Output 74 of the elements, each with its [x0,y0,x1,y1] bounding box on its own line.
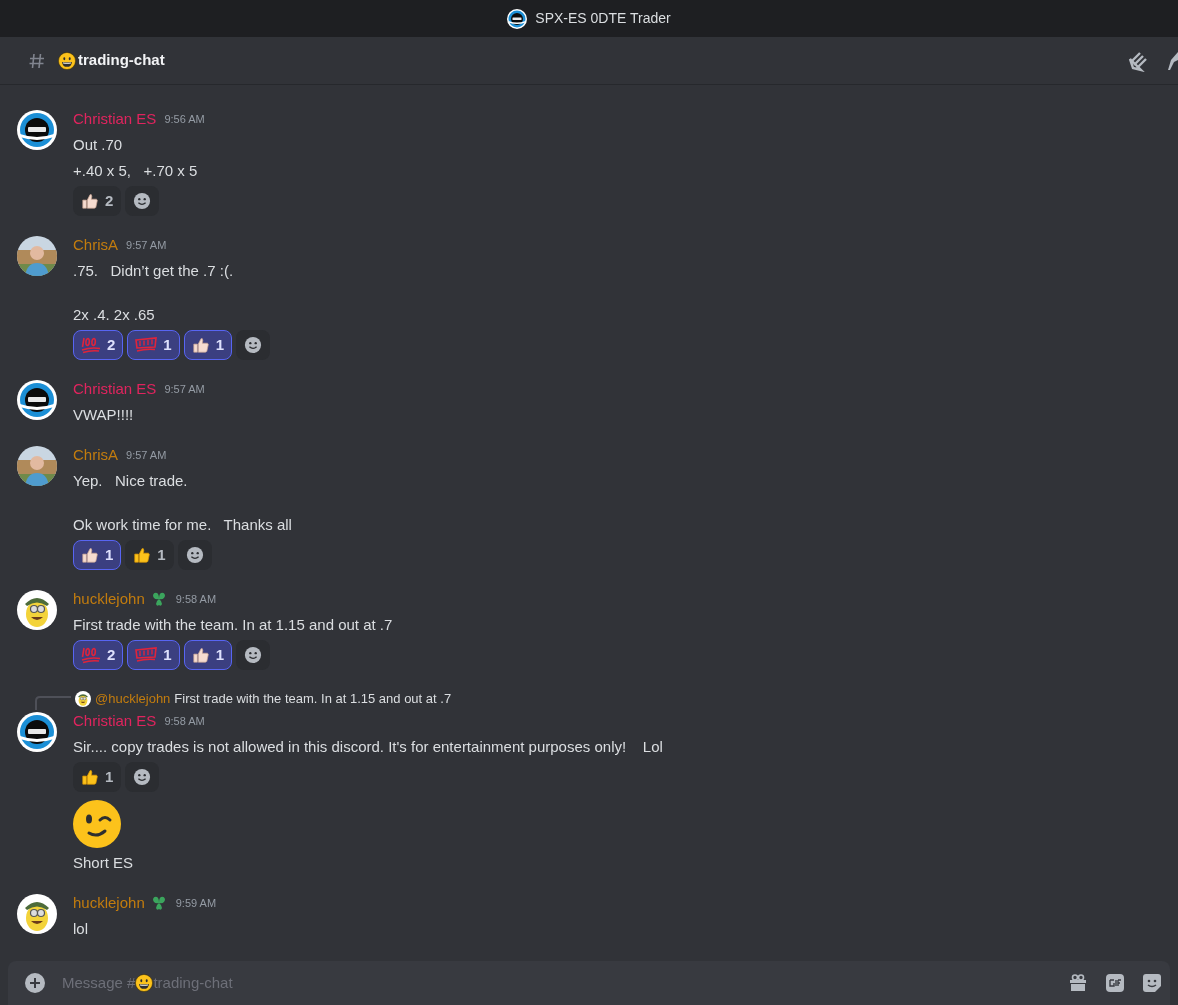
thumbs-up-icon [191,646,210,664]
reaction-chip[interactable]: 1 [73,762,122,792]
timestamp: 9:57 AM [126,447,167,463]
timestamp: 9:59 AM [175,895,217,911]
hundred-points-icon [81,336,101,354]
smiley-icon [133,768,152,786]
add-reaction-button[interactable] [177,540,212,570]
logo-avatar[interactable] [17,380,57,420]
cartoon-avatar[interactable] [75,691,91,707]
timestamp: 9:58 AM [175,591,217,607]
message-text: VWAP!!!! [73,405,134,425]
gift-icon[interactable] [1068,973,1088,993]
author-name[interactable]: hucklejohn [73,891,145,915]
thumbs-up-icon [81,546,99,564]
threads-icon[interactable] [1128,49,1150,72]
add-reaction-button[interactable] [125,186,160,216]
logo-avatar[interactable] [17,712,57,752]
noice-sticker-icon [135,336,158,354]
reaction-chip[interactable]: 1 [127,330,180,360]
placeholder-channel: trading-chat [153,972,233,993]
reaction-chip[interactable]: 1 [125,540,174,570]
placeholder-text: Message # [62,972,136,993]
reaction-chip[interactable]: 2 [73,186,122,216]
grinning-face-icon [58,51,76,70]
message-text: +.40 x 5, +.70 x 5 [73,161,198,181]
thumbs-up-icon [133,546,152,564]
noice-sticker-icon [135,646,158,664]
reaction-chip[interactable]: 1 [73,540,122,570]
smiley-icon [244,646,263,664]
message-text: lol [73,919,88,939]
gif-icon[interactable] [1106,974,1124,992]
message-text: Short ES [73,853,134,873]
message-text: .75. Didn’t get the .7 :(. [73,261,234,281]
sticker-icon[interactable] [1142,973,1162,993]
smiley-icon [244,336,263,354]
logo-avatar[interactable] [17,110,57,150]
reply-mention[interactable]: @hucklejohn [95,689,171,709]
reply-preview[interactable]: First trade with the team. In at 1.15 and out at .7 [174,689,452,709]
add-reaction-button[interactable] [236,330,271,360]
author-name[interactable]: ChrisA [73,443,118,467]
thumbs-up-icon [81,768,99,786]
window-title: SPX-ES 0DTE Trader [535,9,671,28]
hundred-points-icon [81,646,101,664]
message-text: Out .70 [73,135,123,155]
timestamp: 9:58 AM [164,713,205,729]
timestamp: 9:57 AM [126,237,167,253]
message-text: Sir.... copy trades is not allowed in this discord. It's for entertainment purposes only! Lol [73,737,663,757]
smiley-icon [133,192,152,210]
message-text: Ok work time for me. Thanks all [73,515,292,535]
grinning-face-icon [135,974,154,992]
reaction-chip[interactable]: 2 [73,640,124,670]
cartoon-avatar[interactable] [17,894,57,934]
hashtag-icon [28,51,46,70]
cartoon-avatar[interactable] [17,590,57,630]
timestamp: 9:56 AM [164,111,205,127]
thumbs-up-icon [81,192,99,210]
reaction-chip[interactable]: 2 [73,330,124,360]
channel-name: trading-chat [78,50,165,71]
author-name[interactable]: ChrisA [73,233,118,257]
smiley-icon [185,546,204,564]
reaction-chip[interactable]: 1 [127,640,180,670]
message-text: 2x .4. 2x .65 [73,305,155,325]
add-reaction-button[interactable] [125,762,160,792]
author-name[interactable]: hucklejohn [73,587,145,611]
timestamp: 9:57 AM [164,381,205,397]
add-reaction-button[interactable] [236,640,271,670]
reaction-chip[interactable]: 1 [183,330,233,360]
reaction-chip[interactable]: 1 [183,640,233,670]
message-text: Yep. Nice trade. [73,471,188,491]
logo-avatar[interactable] [507,8,528,29]
message-text: First trade with the team. In at 1.15 and out at .7 [73,615,393,635]
thumbs-up-icon [191,336,210,354]
winking-face-icon [73,800,121,848]
add-icon[interactable] [24,972,46,994]
